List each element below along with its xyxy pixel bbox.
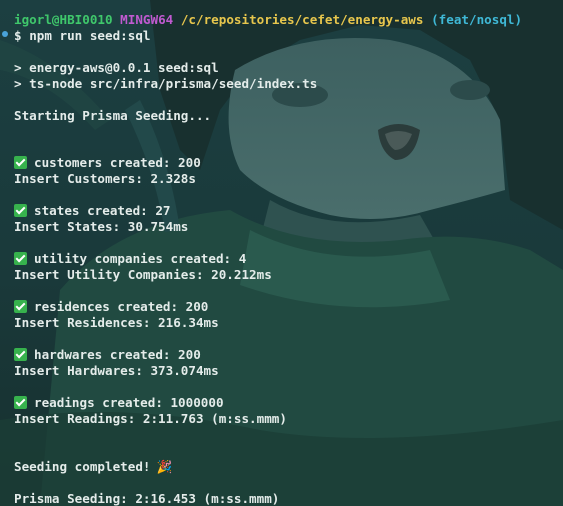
step-states-created: states created: 27	[14, 203, 170, 219]
terminal-output: igorl@HBI0010 MINGW64 /c/repositories/ce…	[0, 0, 563, 506]
check-mark-button-icon	[14, 252, 27, 265]
step-hardwares-created: hardwares created: 200	[14, 347, 201, 363]
step-hardwares-insert: Insert Hardwares: 373.074ms	[14, 363, 219, 378]
step-customers-insert: Insert Customers: 2.328s	[14, 171, 196, 186]
step-states-insert: Insert States: 30.754ms	[14, 219, 189, 234]
step-readings-insert: Insert Readings: 2:11.763 (m:ss.mmm)	[14, 411, 287, 426]
prompt-path: /c/repositories/cefet/energy-aws	[180, 12, 424, 27]
step-residences-insert: Insert Residences: 216.34ms	[14, 315, 219, 330]
seeding-completed: Seeding completed! 🎉	[14, 459, 173, 474]
party-popper-icon: 🎉	[156, 459, 173, 474]
total-seeding-time: Prisma Seeding: 2:16.453 (m:ss.mmm)	[14, 491, 280, 506]
check-mark-button-icon	[14, 156, 27, 169]
step-readings-created: readings created: 1000000	[14, 395, 224, 411]
prompt-line: igorl@HBI0010 MINGW64 /c/repositories/ce…	[14, 12, 522, 28]
step-customers-created: customers created: 200	[14, 155, 201, 171]
check-mark-button-icon	[14, 204, 27, 217]
step-utility-insert: Insert Utility Companies: 20.212ms	[14, 267, 272, 282]
command-marker-icon	[2, 31, 8, 37]
script-line-1: > energy-aws@0.0.1 seed:sql	[14, 60, 219, 75]
step-residences-created: residences created: 200	[14, 299, 208, 315]
command-text: npm run seed:sql	[29, 28, 151, 43]
check-mark-button-icon	[14, 396, 27, 409]
prompt-branch: (feat/nosql)	[431, 12, 523, 27]
check-mark-button-icon	[14, 300, 27, 313]
check-mark-button-icon	[14, 348, 27, 361]
command-line: $ npm run seed:sql	[14, 28, 151, 44]
starting-message: Starting Prisma Seeding...	[14, 108, 212, 123]
step-utility-created: utility companies created: 4	[14, 251, 246, 267]
prompt-env: MINGW64	[120, 12, 174, 27]
script-line-2: > ts-node src/infra/prisma/seed/index.ts	[14, 76, 318, 91]
prompt-symbol: $	[14, 28, 22, 43]
prompt-user-host: igorl@HBI0010	[14, 12, 113, 27]
